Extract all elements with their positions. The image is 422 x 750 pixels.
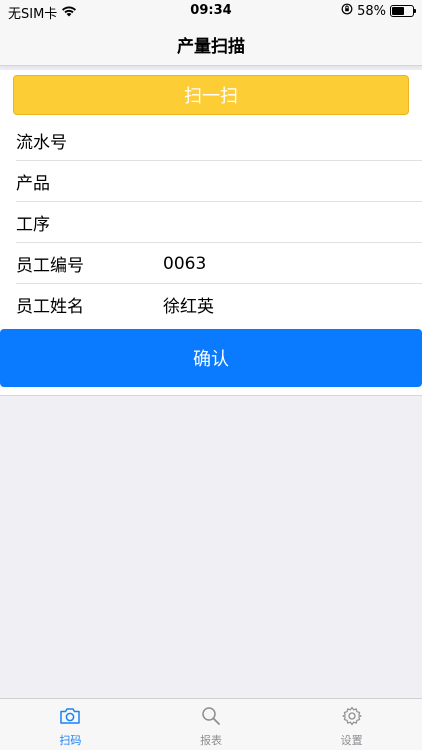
employee-id-label: 员工编号 — [16, 256, 84, 276]
tab-bar: 扫码 报表 设置 — [0, 698, 422, 750]
status-bar: 无SIM卡 09:34 58% — [0, 0, 422, 24]
form-row-employee-name[interactable]: 员工姓名 徐红英 — [0, 284, 422, 325]
tab-scan-label: 扫码 — [59, 734, 82, 747]
app-screen: 无SIM卡 09:34 58% 产量扫描 扫一扫 流水号 产品 工序 员工编号 … — [0, 0, 422, 750]
product-label: 产品 — [16, 174, 50, 194]
battery-fill — [392, 7, 404, 15]
tab-scan[interactable]: 扫码 — [0, 699, 141, 750]
navigation-bar: 产量扫描 — [0, 24, 422, 66]
form-row-serial-number[interactable]: 流水号 — [0, 120, 422, 161]
battery-icon — [390, 5, 416, 17]
scan-button[interactable]: 扫一扫 — [13, 75, 409, 115]
tab-reports[interactable]: 报表 — [141, 699, 282, 750]
process-label: 工序 — [16, 215, 50, 235]
tab-reports-label: 报表 — [200, 734, 222, 747]
tab-settings[interactable]: 设置 — [281, 699, 422, 750]
page-title: 产量扫描 — [177, 37, 245, 57]
battery-percent: 58% — [357, 3, 386, 19]
camera-icon — [58, 705, 82, 732]
orientation-lock-icon — [341, 3, 353, 19]
gear-icon — [340, 705, 364, 732]
tab-settings-label: 设置 — [340, 734, 363, 747]
scan-form-panel: 扫一扫 流水号 产品 工序 员工编号 0063 员工姓名 徐红英 确认 — [0, 70, 422, 396]
search-icon — [199, 705, 223, 732]
form-row-employee-id[interactable]: 员工编号 0063 — [0, 243, 422, 284]
form-row-product[interactable]: 产品 — [0, 161, 422, 202]
employee-name-value: 徐红英 — [163, 297, 214, 317]
serial-number-label: 流水号 — [16, 133, 67, 153]
confirm-button[interactable]: 确认 — [0, 329, 422, 387]
form-row-process[interactable]: 工序 — [0, 202, 422, 243]
employee-name-label: 员工姓名 — [16, 297, 84, 317]
employee-id-value: 0063 — [163, 253, 207, 274]
